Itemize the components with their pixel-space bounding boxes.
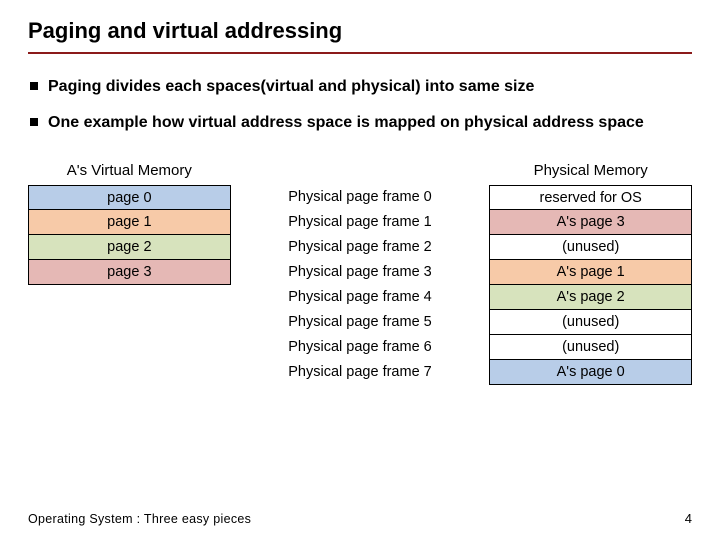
frame-label: Physical page frame 0 <box>259 185 462 210</box>
bullet-item: One example how virtual address space is… <box>30 112 692 134</box>
physical-frame-cell: (unused) <box>489 235 692 260</box>
frame-label: Physical page frame 4 <box>259 285 462 310</box>
virtual-page-cell: page 0 <box>28 185 231 210</box>
page-number: 4 <box>685 511 692 526</box>
frame-label: Physical page frame 7 <box>259 360 462 385</box>
bullet-item: Paging divides each spaces(virtual and p… <box>30 76 692 98</box>
frame-label: Physical page frame 5 <box>259 310 462 335</box>
bullet-list: Paging divides each spaces(virtual and p… <box>30 76 692 133</box>
physical-frame-cell: A's page 3 <box>489 210 692 235</box>
physical-memory-column: Physical Memory reserved for OSA's page … <box>489 161 692 385</box>
physical-frame-cell: reserved for OS <box>489 185 692 210</box>
virtual-page-cell: page 2 <box>28 235 231 260</box>
frame-label-spacer <box>259 161 462 181</box>
frame-label: Physical page frame 2 <box>259 235 462 260</box>
physical-frame-cell: A's page 0 <box>489 360 692 385</box>
frame-label: Physical page frame 6 <box>259 335 462 360</box>
virtual-page-cell: page 1 <box>28 210 231 235</box>
physical-frame-cell: A's page 2 <box>489 285 692 310</box>
frame-label: Physical page frame 1 <box>259 210 462 235</box>
virtual-page-cell: page 3 <box>28 260 231 285</box>
physical-frame-cell: (unused) <box>489 335 692 360</box>
virtual-memory-column: A's Virtual Memory page 0page 1page 2pag… <box>28 161 231 285</box>
title-divider <box>28 52 692 54</box>
virtual-memory-header: A's Virtual Memory <box>28 161 231 181</box>
slide-title: Paging and virtual addressing <box>28 18 692 52</box>
physical-frame-cell: (unused) <box>489 310 692 335</box>
memory-diagram: A's Virtual Memory page 0page 1page 2pag… <box>28 161 692 385</box>
physical-frame-cell: A's page 1 <box>489 260 692 285</box>
frame-label: Physical page frame 3 <box>259 260 462 285</box>
physical-memory-header: Physical Memory <box>489 161 692 181</box>
frame-label-column: Physical page frame 0Physical page frame… <box>259 161 462 385</box>
footer-text: Operating System : Three easy pieces <box>28 512 251 526</box>
